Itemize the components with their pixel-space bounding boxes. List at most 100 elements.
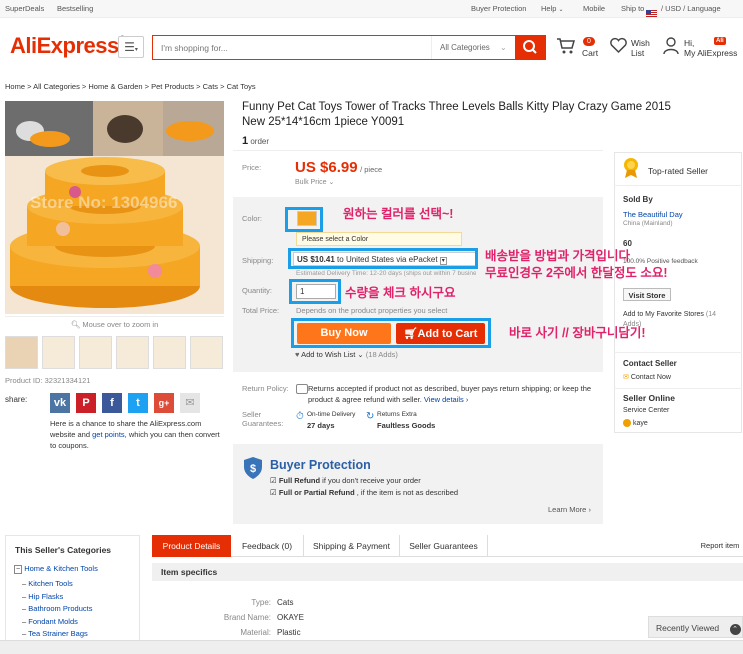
price-value: US $6.99 / piece: [295, 159, 383, 176]
thumbnail-4[interactable]: [116, 336, 149, 369]
shipping-label: Shipping:: [242, 256, 274, 265]
svg-text:$: $: [250, 463, 256, 475]
search-button[interactable]: [515, 36, 545, 59]
contact-now-link[interactable]: ✉ Contact Now: [623, 373, 671, 381]
check-icon: ☑: [270, 476, 277, 485]
thumbnail-5[interactable]: [153, 336, 186, 369]
add-favorite-store-link[interactable]: Add to My Favorite Stores (14 Adds): [623, 310, 738, 330]
mobile-link[interactable]: Mobile: [583, 4, 605, 13]
report-item-link[interactable]: Report item: [697, 535, 743, 557]
vk-share-icon[interactable]: vk: [50, 393, 70, 413]
returns-extra: Returns Extra Faultless Goods: [377, 411, 436, 430]
category-item[interactable]: – Tea Strainer Bags: [22, 628, 92, 641]
spec-row: Type: Cats: [251, 598, 294, 607]
clock-icon: ⏱: [296, 411, 304, 422]
add-to-wish-list-link[interactable]: ♥ Add to Wish List ⌄ (18 Adds): [295, 350, 398, 359]
help-link[interactable]: Help ⌄: [541, 4, 564, 13]
item-specifics-header: Item specifics: [152, 563, 743, 581]
superdeals-link[interactable]: SuperDeals: [5, 4, 44, 13]
thumbnail-1[interactable]: [5, 336, 38, 369]
breadcrumb[interactable]: Home > All Categories > Home & Garden > …: [5, 82, 256, 91]
recently-viewed-button[interactable]: Recently Viewed ⌃: [648, 616, 743, 638]
category-item[interactable]: – Bathroom Products: [22, 603, 92, 616]
mail-icon: ✉: [623, 374, 629, 381]
twitter-share-icon[interactable]: t: [128, 393, 148, 413]
medal-icon: [622, 157, 640, 181]
category-select[interactable]: All Categories ⌄: [431, 36, 515, 59]
tab-seller-guarantees[interactable]: Seller Guarantees: [400, 535, 488, 557]
category-item[interactable]: – Hip Flasks: [22, 591, 92, 604]
pinterest-share-icon[interactable]: P: [76, 393, 96, 413]
tab-shipping-payment[interactable]: Shipping & Payment: [304, 535, 400, 557]
search-bar: I'm shopping for... All Categories ⌄: [152, 35, 546, 60]
online-status-icon: [623, 419, 631, 427]
tab-product-details[interactable]: Product Details: [152, 535, 231, 557]
wish-list-button[interactable]: Wish List: [609, 37, 650, 58]
spec-row: Brand Name: OKAYE: [223, 613, 304, 622]
googleplus-share-icon[interactable]: g+: [154, 393, 174, 413]
cart-icon: [557, 38, 575, 54]
protection-item-1: ☑ Full Refund if you don't receive your …: [270, 476, 421, 485]
view-details-link[interactable]: View details: [424, 395, 464, 404]
email-share-icon[interactable]: ✉: [180, 393, 200, 413]
store-name-link[interactable]: The Beautiful Day: [623, 210, 683, 219]
spec-row: Material: Plastic: [240, 628, 301, 637]
buyer-protection-link[interactable]: Buyer Protection: [471, 4, 526, 13]
quantity-label: Quantity:: [242, 286, 273, 295]
delivery-note: Estimated Delivery Time: 12-20 days (shi…: [296, 270, 476, 277]
aliexpress-logo[interactable]: AliExpress®: [10, 33, 125, 59]
categories-menu-button[interactable]: ☰▾: [118, 36, 144, 58]
positive-feedback: 100.0% Positive feedback: [623, 258, 698, 265]
seller-categories-title: This Seller's Categories: [15, 545, 112, 555]
product-tabs: Product Details Feedback (0) Shipping & …: [152, 535, 743, 557]
product-main-image[interactable]: Store No: 1304966: [5, 101, 224, 314]
thumbnail-3[interactable]: [79, 336, 112, 369]
agent-link[interactable]: kaye: [623, 419, 648, 427]
store-watermark: Store No: 1304966: [30, 193, 178, 212]
store-location: China (Mainland): [623, 220, 673, 227]
user-icon: [663, 37, 679, 55]
category-item[interactable]: – Kitchen Tools: [22, 578, 92, 591]
currency-language-link[interactable]: / USD / Language: [661, 4, 721, 13]
get-points-link[interactable]: get points: [92, 430, 125, 439]
thumbnail-2[interactable]: [42, 336, 75, 369]
thumbnail-6[interactable]: [190, 336, 223, 369]
annotation-quantity-box: [289, 279, 341, 304]
shield-icon: $: [242, 456, 264, 482]
share-label: share:: [5, 395, 28, 404]
return-policy-label: Return Policy:: [242, 384, 289, 393]
total-price-label: Total Price:: [242, 306, 280, 315]
category-root[interactable]: − Home & Kitchen Tools: [14, 564, 98, 574]
order-count: 1 order: [242, 135, 270, 147]
share-text: Here is a chance to share the AliExpress…: [50, 419, 220, 450]
protection-item-2: ☑ Full or Partial Refund , if the item i…: [270, 488, 459, 497]
heart-icon: [610, 37, 627, 54]
cart-button[interactable]: 0 Cart: [556, 37, 598, 58]
product-id: Product ID: 32321334121: [5, 376, 91, 385]
ship-to-link[interactable]: Ship to: [621, 4, 658, 17]
total-price-note: Depends on the product properties you se…: [296, 306, 448, 315]
sold-by-label: Sold By: [623, 195, 653, 204]
price-label: Price:: [242, 163, 262, 172]
category-item[interactable]: – Fondant Molds: [22, 616, 92, 629]
chevron-down-icon: ⌄: [558, 7, 564, 13]
visit-store-button[interactable]: Visit Store: [623, 288, 671, 301]
annotation-color-text: 원하는 컬러를 선택~!: [343, 207, 454, 221]
tab-feedback[interactable]: Feedback (0): [231, 535, 304, 557]
cart-count-badge: 0: [583, 37, 595, 46]
color-tooltip: Please select a Color: [296, 232, 462, 246]
bulk-price-link[interactable]: Bulk Price ⌄: [295, 178, 334, 186]
magnifier-icon: 🔍︎: [70, 320, 81, 329]
annotation-color-box: [285, 207, 323, 232]
return-policy-text: Returns accepted if product not as descr…: [308, 384, 592, 404]
bestselling-link[interactable]: Bestselling: [57, 4, 93, 13]
annotation-quantity-text: 수량을 체크 하시구요: [345, 286, 456, 300]
zoom-hint: 🔍︎ Mouse over to zoom in: [5, 316, 224, 330]
facebook-share-icon[interactable]: f: [102, 393, 122, 413]
account-menu[interactable]: Hi, Ali My AliExpress: [663, 37, 743, 59]
ali-badge: Ali: [714, 37, 726, 45]
category-list: – Kitchen Tools – Hip Flasks – Bathroom …: [22, 578, 92, 641]
learn-more-link[interactable]: Learn More ›: [548, 505, 591, 514]
search-input[interactable]: I'm shopping for...: [161, 43, 228, 53]
annotation-shipping-box: [288, 248, 478, 269]
